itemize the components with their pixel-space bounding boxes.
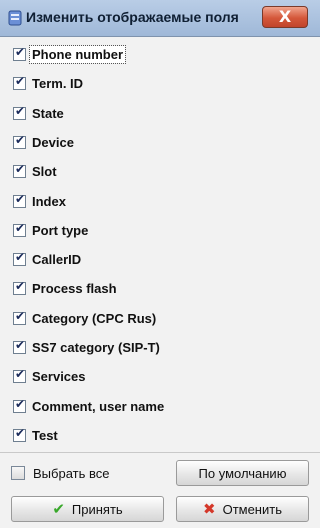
field-checkbox[interactable]: ✔ <box>13 132 26 149</box>
close-button[interactable]: X <box>262 6 308 28</box>
field-label: Term. ID <box>32 75 84 91</box>
field-label: Process flash <box>32 280 117 296</box>
field-row[interactable]: ✔ Slot <box>13 160 57 182</box>
dialog-window: Изменить отображаемые поля X ✔ Phone numb… <box>0 0 320 528</box>
checkmark-icon: ✔ <box>52 500 65 518</box>
check-icon: ✔ <box>15 366 26 381</box>
field-row[interactable]: ✔ Phone number <box>13 43 127 65</box>
check-icon: ✔ <box>15 73 26 88</box>
cancel-button[interactable]: ✖ Отменить <box>176 496 309 522</box>
field-row[interactable]: ✔ Port type <box>13 219 88 241</box>
field-row[interactable]: ✔ Index <box>13 190 66 212</box>
default-button-label: По умолчанию <box>198 465 287 481</box>
close-icon: X <box>278 7 292 26</box>
ok-button-label: Принять <box>71 501 123 517</box>
check-icon: ✔ <box>15 308 26 323</box>
field-label: Services <box>32 368 86 384</box>
field-label: Slot <box>32 163 57 179</box>
field-checkbox[interactable]: ✔ <box>13 220 26 237</box>
check-icon: ✔ <box>15 191 26 206</box>
cross-icon: ✖ <box>203 500 216 518</box>
field-checkbox[interactable]: ✔ <box>13 425 26 442</box>
select-all-label: Выбрать все <box>33 465 110 481</box>
field-row[interactable]: ✔ SS7 category (SIP-T) <box>13 336 160 358</box>
field-row[interactable]: ✔ Device <box>13 131 74 153</box>
field-label: Device <box>32 134 74 150</box>
window-title: Изменить отображаемые поля <box>26 9 239 25</box>
field-label: Test <box>32 427 58 443</box>
field-row[interactable]: ✔ Services <box>13 365 86 387</box>
select-all-checkbox[interactable]: Выбрать все <box>11 462 109 484</box>
check-icon: ✔ <box>15 161 26 176</box>
field-label: State <box>32 105 64 121</box>
field-checkbox[interactable]: ✔ <box>13 103 26 120</box>
fields-list: ✔ Phone number ✔ Term. ID ✔ State ✔ Device ✔ Slot… <box>11 43 309 448</box>
field-checkbox[interactable]: ✔ <box>13 73 26 90</box>
field-checkbox[interactable]: ✔ <box>13 249 26 266</box>
field-label: Port type <box>32 222 89 238</box>
field-row[interactable]: ✔ Comment, user name <box>13 395 164 417</box>
check-icon: ✔ <box>15 103 26 118</box>
field-label: Comment, user name <box>32 398 165 414</box>
select-all-box[interactable] <box>11 466 25 480</box>
check-icon: ✔ <box>15 337 26 352</box>
field-label: Phone number <box>28 44 127 64</box>
field-row[interactable]: ✔ Category (CPC Rus) <box>13 307 156 329</box>
default-button[interactable]: По умолчанию <box>176 460 309 486</box>
field-label: Index <box>32 193 66 209</box>
check-icon: ✔ <box>15 44 26 59</box>
field-checkbox[interactable]: ✔ <box>13 44 26 61</box>
field-checkbox[interactable]: ✔ <box>13 337 26 354</box>
check-icon: ✔ <box>15 396 26 411</box>
check-icon: ✔ <box>15 220 26 235</box>
field-row[interactable]: ✔ CallerID <box>13 248 81 270</box>
field-label: Category (CPC Rus) <box>32 310 157 326</box>
field-label: CallerID <box>32 251 82 267</box>
title-bar[interactable]: Изменить отображаемые поля X <box>0 0 320 37</box>
field-row[interactable]: ✔ Term. ID <box>13 72 83 94</box>
field-checkbox[interactable]: ✔ <box>13 396 26 413</box>
check-icon: ✔ <box>15 278 26 293</box>
field-checkbox[interactable]: ✔ <box>13 191 26 208</box>
field-row[interactable]: ✔ Test <box>13 424 58 446</box>
check-icon: ✔ <box>15 132 26 147</box>
field-checkbox[interactable]: ✔ <box>13 366 26 383</box>
ok-button[interactable]: ✔ Принять <box>11 496 164 522</box>
divider <box>0 452 320 453</box>
cancel-button-label: Отменить <box>222 501 282 517</box>
app-window-icon <box>8 10 22 26</box>
check-icon: ✔ <box>15 425 26 440</box>
check-icon: ✔ <box>15 249 26 264</box>
field-checkbox[interactable]: ✔ <box>13 278 26 295</box>
field-row[interactable]: ✔ State <box>13 102 64 124</box>
field-checkbox[interactable]: ✔ <box>13 308 26 325</box>
field-checkbox[interactable]: ✔ <box>13 161 26 178</box>
field-row[interactable]: ✔ Process flash <box>13 277 117 299</box>
field-label: SS7 category (SIP-T) <box>32 339 160 355</box>
